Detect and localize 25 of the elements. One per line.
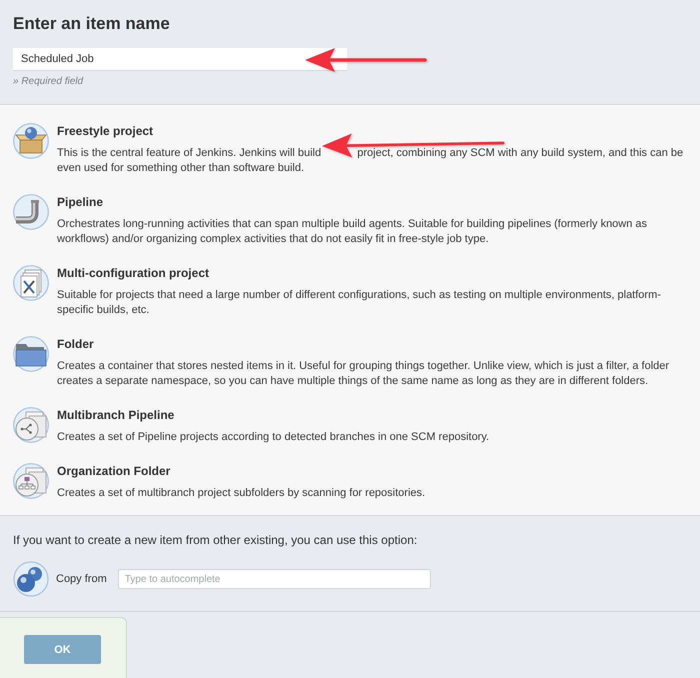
item-type-description: Creates a set of multibranch project subfolders by scanning for repositories.	[57, 486, 426, 501]
copy-from-field[interactable]: Type to autocomplete	[118, 569, 431, 589]
tools-document-icon	[13, 265, 49, 301]
item-type-title[interactable]: Folder	[57, 335, 686, 353]
item-type-description: Creates a container that stores nested items in it. Useful for grouping things together. Unlike view, which is just a filter, a folder creates a separate namespace, so you can have multiple things of the same name as long as they are in different folders.	[57, 359, 670, 389]
copy-prompt-text: If you want to create a new item from other existing, you can use this option:	[13, 532, 418, 548]
item-type-title[interactable]: Pipeline	[57, 193, 686, 211]
spheres-icon	[13, 561, 49, 597]
box-icon	[13, 123, 49, 159]
folder-icon	[13, 336, 49, 372]
item-type-title[interactable]: Organization Folder	[57, 462, 686, 480]
item-name-field[interactable]: Scheduled Job	[13, 48, 347, 71]
hierarchy-icon	[13, 463, 49, 499]
item-type-description: Orchestrates long-running activities that can span multiple build agents. Suitable for building pipelines (formerly known as workflows) and/or organizing complex activities that do not easily fit in free-style job type.	[57, 217, 648, 247]
required-field-hint: » Required field	[13, 75, 84, 89]
item-type-title[interactable]: Multi-configuration project	[57, 264, 686, 282]
item-type-description: Suitable for projects that need a large number of different configurations, such as testing on multiple environments, platform-specific builds, etc.	[57, 288, 662, 318]
item-type-description: Creates a set of Pipeline projects according to detected branches in one SCM repository.	[57, 430, 490, 445]
branch-icon	[13, 407, 49, 443]
page-title: Enter an item name	[13, 13, 171, 34]
item-type-title[interactable]: Multibranch Pipeline	[57, 406, 686, 424]
item-type-title[interactable]: Freestyle project	[57, 122, 686, 140]
item-type-description: This is the central feature of Jenkins. Jenkins will build project, combining any SCM with any build system, and this can be even used for something other than software build.	[57, 146, 684, 176]
pipe-icon	[13, 194, 49, 230]
copy-from-label: Copy from	[56, 573, 107, 585]
